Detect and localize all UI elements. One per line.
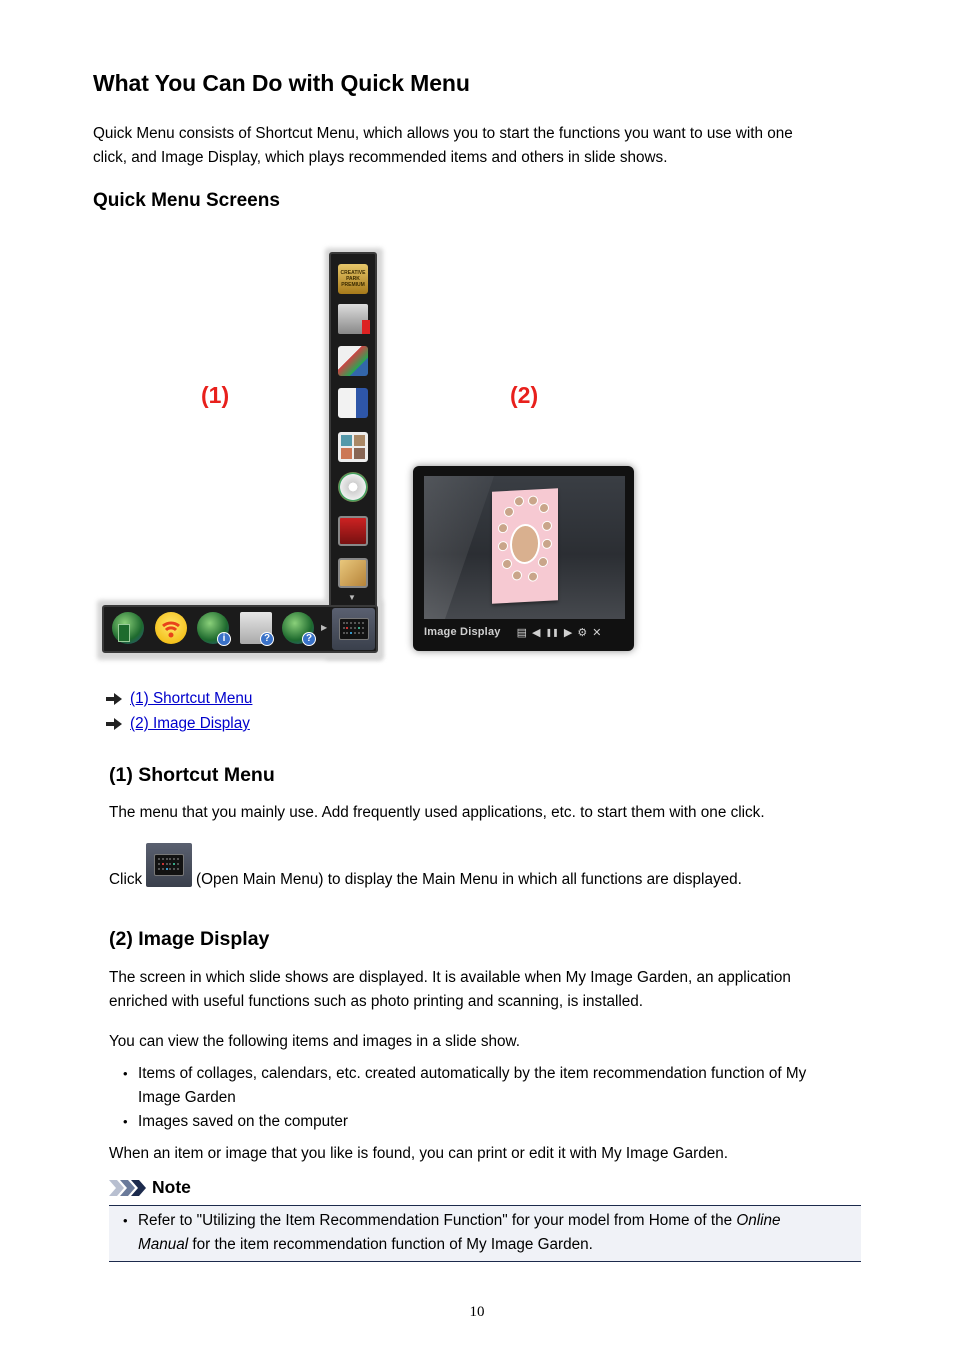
link-row-shortcut-menu: (1) Shortcut Menu [106,690,252,708]
shortcut-menu-description: The menu that you mainly use. Add freque… [109,804,765,821]
image-display-description-line1: The screen in which slide shows are disp… [109,969,791,986]
page-number: 10 [469,1304,485,1320]
collage-icon[interactable] [338,432,368,462]
close-icon[interactable]: ✕ [592,626,601,639]
thumbnail-view-icon[interactable]: ▤ [517,626,527,639]
settings-icon[interactable]: ⚙ [577,626,587,639]
red-app-icon[interactable] [338,516,368,546]
open-main-menu-icon [338,618,369,640]
creative-park-label: CREATIVE PARK PREMIUM [340,270,366,288]
note-heading: Note [109,1177,191,1198]
scroll-down-icon[interactable]: ▼ [348,593,356,602]
creative-park-premium-icon[interactable]: CREATIVE PARK PREMIUM [338,264,368,294]
photo-edit-icon[interactable] [338,558,368,588]
open-main-menu-inline-icon [146,843,192,887]
arrow-right-icon [106,693,122,705]
link-shortcut-menu[interactable]: (1) Shortcut Menu [130,690,252,708]
intro-text-line1: Quick Menu consists of Shortcut Menu, wh… [93,125,793,142]
photo-print-icon[interactable] [338,346,368,376]
closing-text: When an item or image that you like is f… [109,1145,728,1162]
slideshow-items-list: Items of collages, calendars, etc. creat… [123,1062,806,1134]
page-title: What You Can Do with Quick Menu [93,70,470,96]
image-display-toolbar: Image Display ▤ ◀ ❚❚ ▶ ⚙ ✕ [424,622,625,642]
image-display-title: Image Display [424,626,501,638]
scanner-tools-icon[interactable] [338,304,370,334]
ink-info-icon[interactable]: i [197,612,231,646]
intro-text-line2: click, and Image Display, which plays re… [93,149,668,166]
list-intro: You can view the following items and ima… [109,1033,520,1050]
note-box: Refer to "Utilizing the Item Recommendat… [109,1205,861,1262]
layout-print-icon[interactable] [338,388,368,418]
section-heading-image-display: (2) Image Display [109,928,270,950]
next-icon[interactable]: ▶ [564,626,572,639]
slideshow-item-preview [492,488,558,604]
note-title: Note [152,1177,191,1197]
disc-label-icon[interactable] [338,472,368,502]
image-display-description-line2: enriched with useful functions such as p… [109,993,644,1010]
section-heading-shortcut-menu: (1) Shortcut Menu [109,764,275,786]
figure-label-1: (1) [201,382,230,408]
click-prefix: Click [109,871,143,888]
pause-icon[interactable]: ❚❚ [545,628,558,637]
arrow-right-icon [106,718,122,730]
link-row-image-display: (2) Image Display [106,715,250,733]
list-item: Items of collages, calendars, etc. creat… [123,1062,806,1110]
list-item: Images saved on the computer [123,1110,806,1134]
network-setup-icon[interactable] [112,612,144,644]
figure-label-2: (2) [510,382,539,408]
online-manual-icon[interactable]: ? [282,612,316,646]
open-main-menu-button[interactable] [332,608,375,650]
subheading-quick-menu-screens: Quick Menu Screens [93,190,280,211]
help-icon[interactable]: ? [240,612,274,646]
link-image-display[interactable]: (2) Image Display [130,715,250,733]
note-item: Refer to "Utilizing the Item Recommendat… [123,1209,781,1257]
previous-icon[interactable]: ◀ [532,626,540,639]
wireless-icon[interactable] [155,612,187,644]
image-display-screen [424,476,625,619]
scroll-right-icon[interactable]: ▶ [321,623,327,632]
chevrons-icon [109,1179,146,1196]
click-suffix: (Open Main Menu) to display the Main Men… [196,871,742,888]
